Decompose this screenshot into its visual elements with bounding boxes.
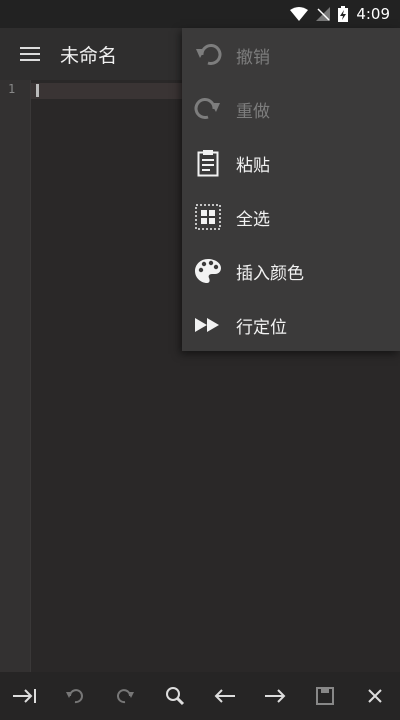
status-time: 4:09 [356,5,390,23]
select-all-icon [194,203,222,231]
search-button[interactable] [155,676,195,716]
clipboard-icon [194,149,222,177]
save-icon [316,687,334,705]
menu-item-redo[interactable]: 重做 [182,82,400,136]
menu-item-label: 重做 [236,101,270,122]
tab-button[interactable] [5,676,45,716]
menu-item-label: 行定位 [236,317,287,338]
menu-item-label: 全选 [236,209,270,230]
fast-forward-icon [194,311,222,339]
close-button[interactable] [355,676,395,716]
search-icon [166,687,185,706]
menu-item-goto-line[interactable]: 行定位 [182,298,400,352]
status-bar: 4:09 [0,0,400,28]
arrow-left-icon [214,689,235,703]
line-number: 1 [8,82,16,96]
undo-icon [66,689,83,704]
menu-item-paste[interactable]: 粘贴 [182,136,400,190]
menu-item-insert-color[interactable]: 插入颜色 [182,244,400,298]
menu-item-label: 撤销 [236,47,270,68]
wifi-icon [290,7,309,21]
undo-icon [194,41,222,69]
no-signal-icon [316,7,331,21]
line-number-gutter: 1 [0,80,31,672]
close-icon [368,689,382,703]
menu-item-undo[interactable]: 撤销 [182,28,400,82]
save-button[interactable] [305,676,345,716]
toolbar-redo-button[interactable] [105,676,145,716]
overflow-menu: 撤销 重做 粘贴 全选 插入颜色 行定位 [182,28,400,351]
arrow-right-icon [265,689,286,703]
menu-item-label: 插入颜色 [236,263,304,284]
redo-icon [117,689,134,704]
hamburger-menu-button[interactable] [0,28,60,80]
tab-icon [13,689,36,703]
redo-icon [194,95,222,123]
toolbar-undo-button[interactable] [55,676,95,716]
menu-item-select-all[interactable]: 全选 [182,190,400,244]
text-cursor [36,84,39,97]
document-title: 未命名 [60,44,118,67]
bottom-toolbar [0,672,400,720]
cursor-right-button[interactable] [255,676,295,716]
app-screen: 4:09 未命名 1 撤销 重做 粘贴 全选 插入颜色 行定位 [0,0,400,720]
battery-charging-icon [338,6,349,22]
menu-item-label: 粘贴 [236,155,270,176]
palette-icon [194,257,222,285]
hamburger-icon [20,47,40,61]
cursor-left-button[interactable] [205,676,245,716]
